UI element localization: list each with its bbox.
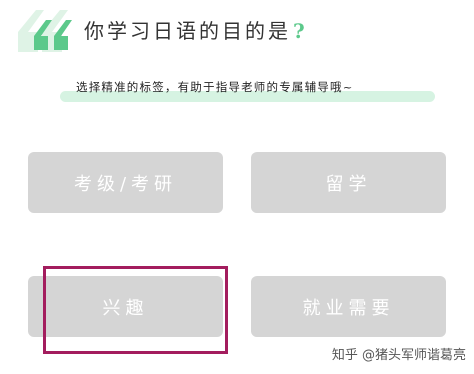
subtitle-banner: 选择精准的标签，有助于指导老师的专属辅导哦~ [60, 76, 435, 104]
question-title: 你学习日语的目的是? [84, 16, 308, 46]
question-mark: ? [293, 19, 308, 43]
double-quote-icon [18, 10, 72, 52]
tag-exam-graduate[interactable]: 考级/考研 [28, 152, 223, 213]
tag-study-abroad[interactable]: 留学 [251, 152, 446, 213]
tag-interest[interactable]: 兴趣 [28, 276, 223, 337]
subtitle-text: 选择精准的标签，有助于指导老师的专属辅导哦~ [76, 80, 354, 94]
question-title-text: 你学习日语的目的是 [84, 19, 291, 43]
tag-label: 留学 [325, 173, 372, 195]
tag-employment[interactable]: 就业需要 [251, 276, 446, 337]
tag-label: 考级/考研 [73, 173, 178, 195]
watermark: 知乎 @猪头军师谐葛亮 [331, 348, 466, 363]
tag-label: 兴趣 [102, 297, 149, 319]
tag-label: 就业需要 [302, 297, 395, 319]
